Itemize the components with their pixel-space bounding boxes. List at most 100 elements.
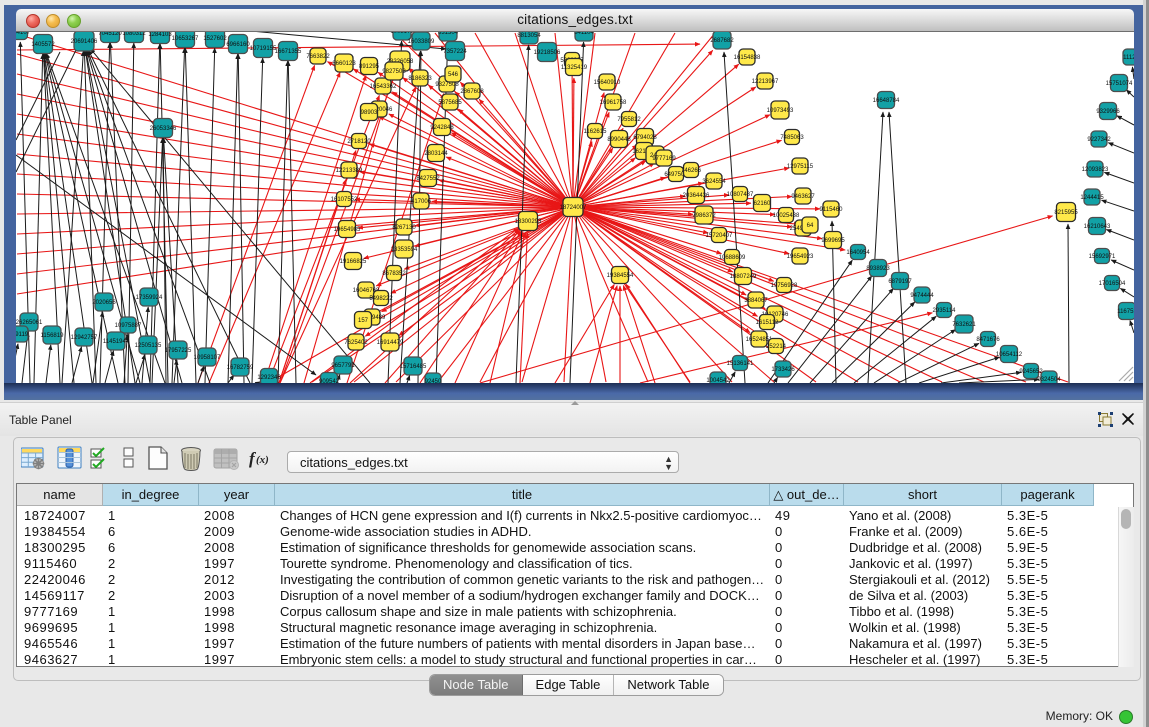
- svg-text:10958107: 10958107: [194, 355, 221, 361]
- svg-text:15716485: 15716485: [400, 364, 427, 370]
- svg-text:104107: 104107: [16, 32, 31, 36]
- svg-text:18300293: 18300293: [515, 219, 542, 225]
- svg-text:18724007: 18724007: [560, 205, 587, 211]
- svg-text:20364436: 20364436: [683, 193, 710, 199]
- svg-text:19384554: 19384554: [607, 273, 634, 279]
- svg-text:252214: 252214: [766, 344, 787, 350]
- svg-text:746266: 746266: [681, 168, 702, 174]
- svg-text:12975115: 12975115: [787, 164, 814, 170]
- svg-text:9827503: 9827503: [382, 69, 406, 75]
- svg-text:16543362: 16543362: [370, 84, 397, 90]
- svg-text:16107552: 16107552: [331, 197, 358, 203]
- svg-text:3884067: 3884067: [744, 298, 768, 304]
- svg-text:1156819: 1156819: [41, 333, 65, 339]
- svg-text:26265061: 26265061: [16, 320, 43, 326]
- svg-text:12093823: 12093823: [1082, 167, 1109, 173]
- svg-text:7955812: 7955812: [617, 117, 641, 123]
- svg-text:64: 64: [807, 223, 814, 229]
- svg-text:16033809: 16033809: [408, 39, 435, 45]
- svg-text:2687682: 2687682: [710, 38, 734, 44]
- svg-text:15640910: 15640910: [594, 80, 621, 86]
- svg-text:16782759: 16782759: [227, 365, 254, 371]
- svg-text:12213389: 12213389: [336, 168, 363, 174]
- svg-text:16961758: 16961758: [600, 100, 627, 106]
- svg-text:546: 546: [448, 72, 459, 78]
- svg-text:1080312: 1080312: [122, 32, 146, 37]
- svg-text:15720407: 15720407: [706, 233, 733, 239]
- svg-text:12213967: 12213967: [752, 79, 779, 85]
- svg-text:10973493: 10973493: [767, 108, 794, 114]
- svg-text:9657791: 9657791: [331, 363, 355, 369]
- svg-text:5498222: 5498222: [369, 296, 393, 302]
- svg-text:39119: 39119: [16, 332, 29, 338]
- svg-text:10807487: 10807487: [727, 192, 754, 198]
- svg-text:17359924: 17359924: [136, 295, 163, 301]
- svg-text:417006: 417006: [411, 199, 432, 205]
- svg-text:6966160: 6966160: [226, 42, 250, 48]
- svg-text:9227342: 9227342: [1087, 137, 1111, 143]
- svg-text:9327508: 9327508: [435, 82, 459, 88]
- svg-text:9474444: 9474444: [910, 293, 934, 299]
- svg-text:9242848: 9242848: [430, 125, 454, 131]
- svg-text:19756928: 19756928: [771, 283, 798, 289]
- svg-text:15692971: 15692971: [1089, 254, 1116, 260]
- svg-text:7986372: 7986372: [692, 213, 716, 219]
- svg-text:10719155: 10719155: [250, 46, 277, 52]
- svg-text:9699695: 9699695: [821, 238, 845, 244]
- svg-text:(x): (x): [256, 454, 269, 466]
- svg-text:16914479: 16914479: [377, 340, 404, 346]
- svg-text:10653267: 10653267: [172, 36, 199, 42]
- svg-text:5875685: 5875685: [438, 100, 462, 106]
- svg-text:13353594: 13353594: [391, 247, 418, 253]
- svg-text:6794028: 6794028: [633, 135, 657, 141]
- svg-text:10975887: 10975887: [115, 323, 142, 329]
- svg-text:2867608: 2867608: [460, 89, 484, 95]
- svg-text:9245652: 9245652: [1019, 369, 1043, 375]
- svg-text:9463627: 9463627: [791, 194, 815, 200]
- svg-text:157: 157: [358, 318, 369, 324]
- svg-text:7045120: 7045120: [98, 32, 122, 37]
- svg-text:891295: 891295: [359, 64, 380, 70]
- svg-text:16210643: 16210643: [1084, 224, 1111, 230]
- svg-text:1405572: 1405572: [31, 42, 55, 48]
- svg-text:1244415: 1244415: [1080, 195, 1104, 201]
- svg-text:9777169: 9777169: [652, 156, 676, 162]
- svg-text:1003175: 1003175: [390, 32, 414, 35]
- svg-text:1640954: 1640954: [846, 250, 870, 256]
- svg-text:8813054: 8813054: [517, 33, 541, 39]
- svg-text:9324504: 9324504: [1037, 377, 1061, 383]
- svg-text:15136141: 15136141: [727, 361, 754, 367]
- svg-text:8186323: 8186323: [408, 76, 432, 82]
- svg-text:1162615: 1162615: [584, 129, 608, 135]
- svg-text:12942757: 12942757: [71, 335, 98, 341]
- svg-text:62160: 62160: [754, 201, 771, 207]
- svg-text:11123: 11123: [1123, 55, 1134, 61]
- svg-text:19654923: 19654923: [787, 254, 814, 260]
- svg-text:10654112: 10654112: [996, 352, 1023, 358]
- svg-text:1527602: 1527602: [203, 36, 227, 42]
- svg-text:7663822: 7663822: [306, 54, 330, 60]
- svg-text:3624554: 3624554: [702, 179, 726, 185]
- svg-text:98903: 98903: [361, 110, 378, 116]
- svg-text:8938923: 8938923: [866, 266, 890, 272]
- svg-text:17016504: 17016504: [1099, 281, 1126, 287]
- svg-text:2803144: 2803144: [424, 151, 448, 157]
- svg-text:909542: 909542: [319, 379, 340, 383]
- svg-text:1004542: 1004542: [706, 378, 730, 383]
- svg-text:92450: 92450: [425, 379, 442, 383]
- svg-text:841104: 841104: [574, 32, 594, 36]
- svg-text:7357224: 7357224: [443, 49, 467, 55]
- svg-text:7485063: 7485063: [780, 135, 804, 141]
- svg-text:831304: 831304: [438, 32, 459, 36]
- svg-text:8471676: 8471676: [976, 337, 1000, 343]
- svg-text:11325419: 11325419: [561, 65, 588, 71]
- svg-text:17957225: 17957225: [165, 348, 192, 354]
- svg-text:9115460: 9115460: [820, 207, 844, 213]
- svg-text:7625402: 7625402: [344, 340, 368, 346]
- svg-text:8678352: 8678352: [382, 271, 406, 277]
- svg-text:20691406: 20691406: [71, 39, 98, 45]
- svg-text:10688609: 10688609: [719, 255, 746, 261]
- svg-text:8427552: 8427552: [416, 176, 440, 182]
- svg-text:19218506: 19218506: [534, 50, 561, 56]
- svg-text:2020656: 2020656: [92, 300, 116, 306]
